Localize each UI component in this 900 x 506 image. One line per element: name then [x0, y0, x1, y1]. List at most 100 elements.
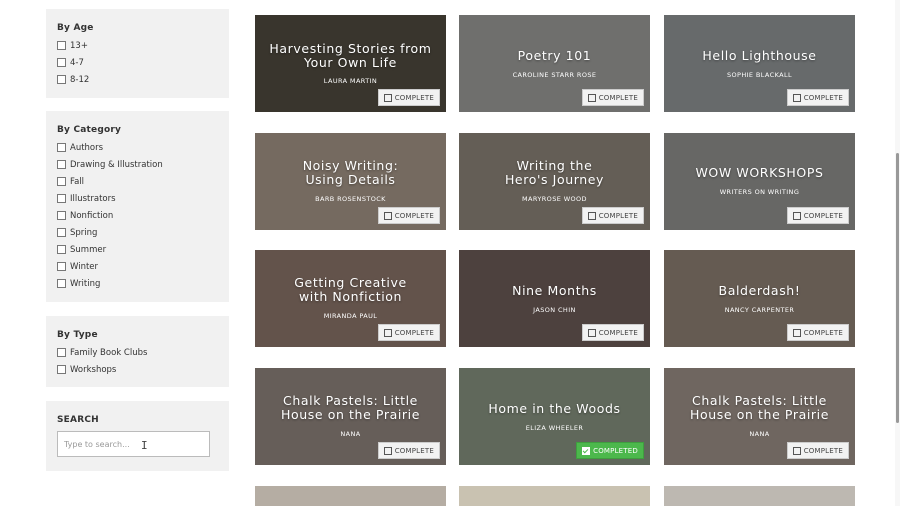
complete-button[interactable]: COMPLETE	[786, 89, 849, 106]
filter-option-age-4-7[interactable]: 4-7	[57, 54, 218, 71]
card-title: Getting Creative with Nonfiction	[294, 275, 407, 304]
option-label: Drawing & Illustration	[70, 159, 163, 170]
checkbox[interactable]	[57, 177, 66, 186]
complete-label: COMPLETE	[803, 328, 843, 337]
filter-panel-age: By Age 13+ 4-7 8-12	[46, 9, 229, 98]
card-author: NANA	[340, 430, 361, 438]
complete-label: COMPLETE	[803, 93, 843, 102]
option-label: Nonfiction	[70, 210, 114, 221]
complete-label: COMPLETE	[598, 93, 638, 102]
workshop-card[interactable]: Getting Creative with Nonfiction MIRANDA…	[255, 250, 446, 347]
complete-button[interactable]: COMPLETE	[377, 89, 440, 106]
option-label: Illustrators	[70, 193, 116, 204]
checkbox-icon	[792, 446, 801, 455]
card-author: MARYROSE WOOD	[522, 195, 587, 203]
complete-label: COMPLETE	[394, 446, 434, 455]
search-title: SEARCH	[57, 415, 99, 425]
option-label: 8-12	[70, 74, 90, 85]
workshop-card[interactable]	[664, 486, 855, 506]
filter-option-authors[interactable]: Authors	[57, 139, 218, 156]
complete-button[interactable]: COMPLETE	[786, 207, 849, 224]
search-input[interactable]: Type to search... I	[57, 431, 210, 457]
card-author: JASON CHIN	[533, 306, 576, 314]
filter-option-workshops[interactable]: Workshops	[57, 361, 218, 378]
checkbox[interactable]	[57, 194, 66, 203]
filter-option-age-13plus[interactable]: 13+	[57, 37, 218, 54]
workshop-card[interactable]: Nine Months JASON CHIN COMPLETE	[459, 250, 650, 347]
card-title: Hello Lighthouse	[702, 48, 817, 63]
checkbox[interactable]	[57, 262, 66, 271]
option-label: 13+	[70, 40, 88, 51]
checkbox-icon	[792, 328, 801, 337]
checkbox[interactable]	[57, 75, 66, 84]
complete-button[interactable]: COMPLETE	[377, 442, 440, 459]
checkbox-icon	[383, 211, 392, 220]
checkbox[interactable]	[57, 279, 66, 288]
checkbox[interactable]	[57, 41, 66, 50]
checkbox-icon	[792, 211, 801, 220]
workshop-card[interactable]	[459, 486, 650, 506]
complete-label: COMPLETE	[394, 328, 434, 337]
checkbox-icon	[587, 328, 596, 337]
complete-label: COMPLETE	[803, 446, 843, 455]
card-author: ELIZA WHEELER	[525, 424, 584, 432]
complete-button[interactable]: COMPLETE	[581, 324, 644, 341]
workshop-card[interactable]: Home in the Woods ELIZA WHEELER COMPLETE…	[459, 368, 650, 465]
complete-button[interactable]: COMPLETE	[377, 207, 440, 224]
complete-button[interactable]: COMPLETE	[786, 442, 849, 459]
search-placeholder: Type to search...	[64, 439, 130, 449]
filter-panel-type: By Type Family Book Clubs Workshops	[46, 316, 229, 387]
complete-button[interactable]: COMPLETE	[786, 324, 849, 341]
filter-option-winter[interactable]: Winter	[57, 258, 218, 275]
workshop-card[interactable]: Writing the Hero's Journey MARYROSE WOOD…	[459, 133, 650, 230]
complete-button[interactable]: COMPLETE	[581, 207, 644, 224]
complete-label: COMPLETE	[394, 93, 434, 102]
filter-option-fall[interactable]: Fall	[57, 173, 218, 190]
option-label: Summer	[70, 244, 107, 255]
card-title: WOW WORKSHOPS	[695, 165, 824, 180]
scrollbar[interactable]	[895, 0, 900, 506]
workshop-card[interactable]: Noisy Writing: Using Details BARB ROSENS…	[255, 133, 446, 230]
checkbox[interactable]	[57, 58, 66, 67]
filter-option-illustrators[interactable]: Illustrators	[57, 190, 218, 207]
card-title: Home in the Woods	[488, 401, 621, 416]
complete-label: COMPLETE	[803, 211, 843, 220]
checkbox[interactable]	[57, 228, 66, 237]
workshop-card[interactable]: Poetry 101 CAROLINE STARR ROSE COMPLETE	[459, 15, 650, 112]
checkbox[interactable]	[57, 211, 66, 220]
card-author: LAURA MARTIN	[323, 77, 378, 85]
completed-button[interactable]: COMPLETED	[576, 442, 644, 459]
card-title: Harvesting Stories from Your Own Life	[269, 41, 432, 70]
checkbox[interactable]	[57, 365, 66, 374]
checkbox[interactable]	[57, 348, 66, 357]
complete-button[interactable]: COMPLETE	[377, 324, 440, 341]
checkbox-icon	[383, 328, 392, 337]
scrollbar-thumb[interactable]	[896, 153, 899, 423]
filter-option-drawing-illustration[interactable]: Drawing & Illustration	[57, 156, 218, 173]
filter-option-family-book-clubs[interactable]: Family Book Clubs	[57, 344, 218, 361]
filter-option-summer[interactable]: Summer	[57, 241, 218, 258]
filter-option-age-8-12[interactable]: 8-12	[57, 71, 218, 88]
option-label: Family Book Clubs	[70, 347, 148, 358]
search-panel: SEARCH Type to search... I	[46, 401, 229, 471]
option-label: Authors	[70, 142, 104, 153]
complete-button[interactable]: COMPLETE	[581, 89, 644, 106]
check-icon	[582, 446, 591, 455]
checkbox[interactable]	[57, 245, 66, 254]
option-label: Workshops	[70, 364, 117, 375]
checkbox[interactable]	[57, 160, 66, 169]
card-title: Noisy Writing: Using Details	[302, 158, 399, 187]
checkbox[interactable]	[57, 143, 66, 152]
filter-option-writing[interactable]: Writing	[57, 275, 218, 292]
workshop-card[interactable]	[255, 486, 446, 506]
checkbox-icon	[587, 93, 596, 102]
card-title: Chalk Pastels: Little House on the Prair…	[689, 393, 830, 422]
workshop-card[interactable]: Chalk Pastels: Little House on the Prair…	[664, 368, 855, 465]
filter-option-spring[interactable]: Spring	[57, 224, 218, 241]
workshop-card[interactable]: Balderdash! NANCY CARPENTER COMPLETE	[664, 250, 855, 347]
workshop-card[interactable]: Harvesting Stories from Your Own Life LA…	[255, 15, 446, 112]
filter-option-nonfiction[interactable]: Nonfiction	[57, 207, 218, 224]
workshop-card[interactable]: WOW WORKSHOPS WRITERS ON WRITING COMPLET…	[664, 133, 855, 230]
workshop-card[interactable]: Chalk Pastels: Little House on the Prair…	[255, 368, 446, 465]
workshop-card[interactable]: Hello Lighthouse SOPHIE BLACKALL COMPLET…	[664, 15, 855, 112]
